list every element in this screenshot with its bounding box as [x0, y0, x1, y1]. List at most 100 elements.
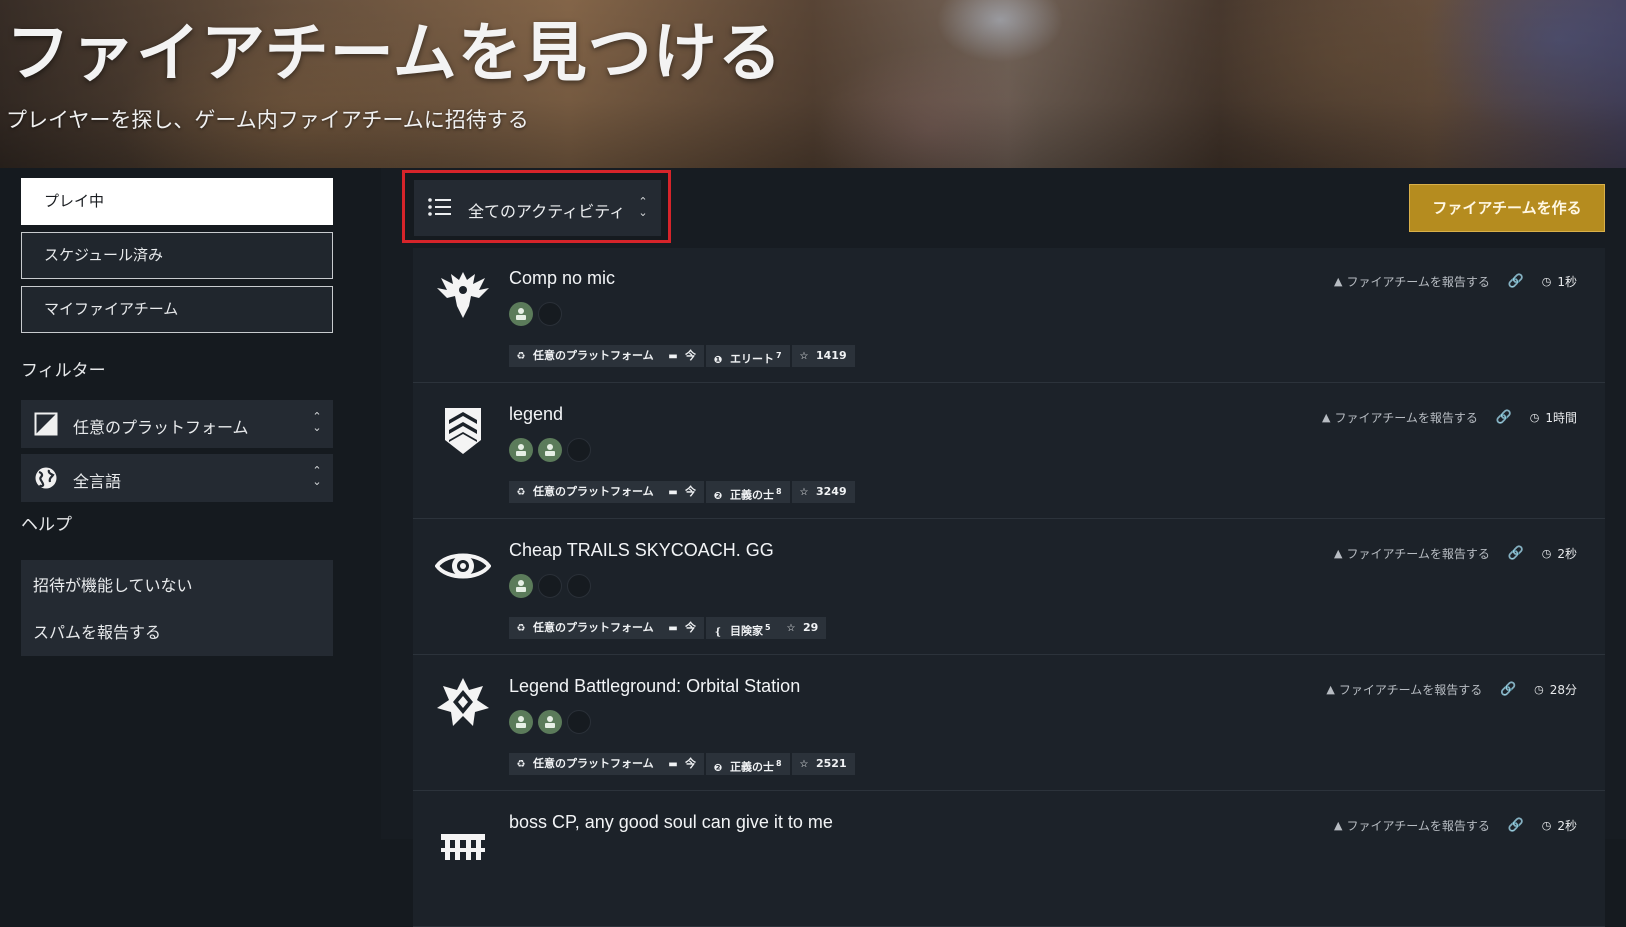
fireteam-card[interactable]: legend ♻ 任意のプラットフォーム ▬ 今 ❷ 正義の士 8 ☆ 3249 ▲ ファイ… [413, 384, 1605, 519]
rank-icon: ❴ [713, 626, 723, 638]
report-fireteam-link[interactable]: ファイアチームを報告する [1347, 819, 1490, 833]
rank-tag: ❴ 目険家 5 [706, 617, 779, 639]
link-icon[interactable]: 🔗 [1500, 682, 1516, 697]
player-slot-empty [538, 574, 562, 598]
user-icon [545, 716, 555, 728]
link-icon[interactable]: 🔗 [1508, 546, 1524, 561]
calendar-icon: ▬ [668, 623, 678, 634]
link-icon[interactable]: 🔗 [1508, 818, 1524, 833]
user-icon [516, 308, 526, 320]
clock-icon: ◷ [1529, 411, 1540, 424]
list-icon [428, 198, 451, 216]
recycle-icon: ♻ [516, 623, 526, 634]
rank-tag: ❷ 正義の士 8 [706, 753, 790, 775]
rank-tag: ❶ エリート 7 [706, 345, 790, 367]
platform-icon [34, 412, 58, 436]
fireteam-time: 1秒 [1557, 275, 1577, 289]
activity-select-label: 全てのアクティビティ [468, 202, 626, 221]
user-icon [516, 580, 526, 592]
time-tag: ▬ 今 [661, 753, 704, 775]
fireteam-title[interactable]: boss CP, any good soul can give it to me [509, 812, 833, 833]
recycle-icon: ♻ [516, 759, 526, 770]
language-filter-select[interactable]: 全言語 ⌃ ⌄ [21, 454, 333, 502]
language-filter-label: 全言語 [73, 472, 122, 491]
fireteam-meta: ▲ ファイアチームを報告する 🔗 ◷ 2秒 [1334, 817, 1577, 834]
tab-playing[interactable]: プレイ中 [21, 178, 333, 225]
warning-icon: ▲ [1334, 275, 1343, 288]
power-tag: ☆ 3249 [792, 481, 855, 503]
chevron-updown-icon: ⌃ ⌄ [638, 195, 648, 219]
calendar-icon: ▬ [668, 487, 678, 498]
fireteam-title[interactable]: legend [509, 404, 563, 425]
player-slot-empty [567, 438, 591, 462]
player-slot-filled[interactable] [509, 302, 533, 326]
tab-my-fireteams[interactable]: マイファイアチーム [21, 286, 333, 333]
grid-emblem [441, 834, 485, 860]
power-tag: ☆ 2521 [792, 753, 855, 775]
player-slot-empty [567, 574, 591, 598]
fireteam-card[interactable]: Comp no mic ♻ 任意のプラットフォーム ▬ 今 ❶ エリート 7 ☆ 1419… [413, 248, 1605, 383]
time-tag: ▬ 今 [661, 345, 704, 367]
calendar-icon: ▬ [668, 351, 678, 362]
fireteam-meta: ▲ ファイアチームを報告する 🔗 ◷ 1秒 [1334, 273, 1577, 290]
hero-banner: ファイアチームを見つける プレイヤーを探し、ゲーム内ファイアチームに招待する [0, 0, 1626, 168]
chevron-updown-icon: ⌃ ⌄ [312, 464, 322, 488]
platform-tag: ♻ 任意のプラットフォーム [509, 753, 662, 775]
report-fireteam-link[interactable]: ファイアチームを報告する [1347, 547, 1490, 561]
clock-icon: ◷ [1541, 547, 1552, 560]
rank-icon: ❷ [713, 490, 723, 502]
player-slot-filled[interactable] [509, 574, 533, 598]
star-icon: ☆ [786, 623, 796, 634]
fireteam-time: 2秒 [1557, 547, 1577, 561]
player-slot-empty [567, 710, 591, 734]
power-tag: ☆ 29 [779, 617, 827, 639]
player-slot-filled[interactable] [509, 710, 533, 734]
create-fireteam-button[interactable]: ファイアチームを作る [1409, 184, 1605, 232]
user-icon [516, 716, 526, 728]
globe-icon [35, 467, 57, 489]
report-fireteam-link[interactable]: ファイアチームを報告する [1335, 411, 1478, 425]
time-tag: ▬ 今 [661, 481, 704, 503]
help-invite-not-working-link[interactable]: 招待が機能していない [33, 572, 193, 596]
fireteam-card[interactable]: Cheap TRAILS SKYCOACH. GG ♻ 任意のプラットフォーム ▬… [413, 520, 1605, 655]
help-heading: ヘルプ [21, 515, 72, 535]
clock-icon: ◷ [1541, 819, 1552, 832]
time-tag: ▬ 今 [661, 617, 704, 639]
platform-tag: ♻ 任意のプラットフォーム [509, 481, 662, 503]
player-slot-filled[interactable] [538, 710, 562, 734]
fireteam-card[interactable]: boss CP, any good soul can give it to me… [413, 792, 1605, 927]
platform-filter-label: 任意のプラットフォーム [73, 418, 249, 437]
fireteam-title[interactable]: Cheap TRAILS SKYCOACH. GG [509, 540, 774, 561]
help-report-spam-link[interactable]: スパムを報告する [33, 619, 161, 643]
fireteam-time: 2秒 [1557, 819, 1577, 833]
chevron-shield-emblem [445, 408, 481, 454]
activity-select[interactable]: 全てのアクティビティ ⌃ ⌄ [414, 180, 661, 236]
fireteam-title[interactable]: Comp no mic [509, 268, 615, 289]
fireteam-card[interactable]: Legend Battleground: Orbital Station ♻ 任意… [413, 656, 1605, 791]
eye-emblem [435, 553, 491, 579]
tab-scheduled[interactable]: スケジュール済み [21, 232, 333, 279]
platform-tag: ♻ 任意のプラットフォーム [509, 617, 662, 639]
fireteam-title[interactable]: Legend Battleground: Orbital Station [509, 676, 800, 697]
main-content: 全てのアクティビティ ⌃ ⌄ ファイアチームを作る Comp no mic ♻ 任意… [381, 168, 1626, 927]
activity-select-highlight: 全てのアクティビティ ⌃ ⌄ [402, 170, 671, 243]
warning-icon: ▲ [1334, 547, 1343, 560]
fireteam-meta: ▲ ファイアチームを報告する 🔗 ◷ 2秒 [1334, 545, 1577, 562]
report-fireteam-link[interactable]: ファイアチームを報告する [1339, 683, 1482, 697]
star-knot-emblem [437, 678, 489, 726]
fireteam-time: 1時間 [1545, 411, 1577, 425]
player-slot-filled[interactable] [538, 438, 562, 462]
link-icon[interactable]: 🔗 [1508, 274, 1524, 289]
warning-icon: ▲ [1322, 411, 1331, 424]
chevron-updown-icon: ⌃ ⌄ [312, 410, 322, 434]
rank-icon: ❶ [713, 354, 723, 366]
warning-icon: ▲ [1334, 819, 1343, 832]
platform-tag: ♻ 任意のプラットフォーム [509, 345, 662, 367]
report-fireteam-link[interactable]: ファイアチームを報告する [1347, 275, 1490, 289]
platform-filter-select[interactable]: 任意のプラットフォーム ⌃ ⌄ [21, 400, 333, 448]
player-slot-filled[interactable] [509, 438, 533, 462]
link-icon[interactable]: 🔗 [1496, 410, 1512, 425]
help-panel: 招待が機能していない スパムを報告する [21, 560, 333, 656]
user-icon [545, 444, 555, 456]
user-icon [516, 444, 526, 456]
